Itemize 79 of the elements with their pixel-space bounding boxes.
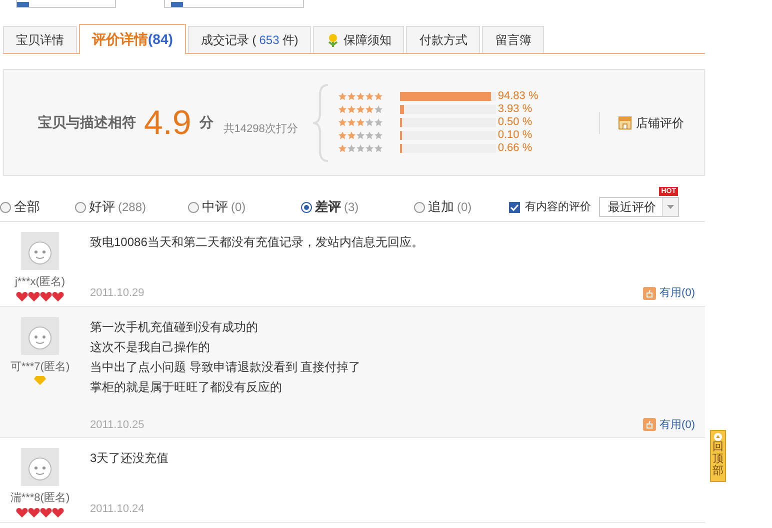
shop-rating-link[interactable]: 店铺评价 [636, 114, 684, 132]
heart-icon [28, 506, 40, 518]
avatar-icon [21, 448, 59, 486]
avatar-icon [21, 232, 59, 270]
heart-icon [40, 290, 52, 302]
percent-reading: 94.83 % [498, 89, 538, 104]
percent-reading: 0.10 % [498, 128, 532, 143]
up-arrow-icon [714, 433, 722, 441]
star-icon [356, 131, 365, 140]
tab[interactable]: 宝贝详情 [3, 26, 77, 53]
star-icon [364, 92, 374, 101]
share-button[interactable] [16, 0, 116, 8]
rating-score: 4.9 [144, 106, 192, 140]
review-text: 致电10086当天和第二天都没有充值记录，发站内信息无回应。 [90, 234, 424, 251]
star-icon [346, 92, 356, 101]
star-icon [346, 118, 356, 127]
star-icon [338, 118, 347, 127]
star-icon [374, 105, 383, 114]
star-icon [338, 92, 347, 101]
rating-label: 宝贝与描述相符 [38, 113, 136, 132]
checkbox[interactable] [509, 202, 520, 212]
tab[interactable]: 评价详情(84) [79, 24, 186, 54]
review-date: 2011.10.24 [90, 502, 144, 517]
tab[interactable]: 留言簿 [482, 26, 544, 53]
star-icon [356, 118, 365, 127]
tab[interactable]: 付款方式 [406, 26, 480, 53]
percent-reading: 0.66 % [498, 141, 532, 156]
percent-reading: 0.50 % [498, 115, 532, 130]
star-icon [346, 131, 356, 140]
star-icon [356, 105, 365, 114]
reviewer-name: 湍***8(匿名) [10, 491, 70, 506]
checkbox-label: 有内容的评价 [525, 200, 591, 215]
star-icon [346, 144, 356, 153]
star-icon [356, 144, 365, 153]
star-icon [374, 144, 383, 153]
star-icon [338, 105, 347, 114]
star-icon [364, 105, 374, 114]
back-to-top-button[interactable]: 回顶部 [710, 430, 726, 482]
heart-icon [52, 506, 64, 518]
useful-link[interactable]: 有用(0) [660, 416, 695, 433]
filter-radio[interactable]: 差评 (3) [301, 197, 414, 217]
heart-icon [28, 290, 40, 302]
star-icon [374, 131, 383, 140]
review-date: 2011.10.29 [90, 286, 144, 301]
tab[interactable]: 保障须知 [313, 26, 404, 53]
review-text: 3天了还没充值 [90, 450, 170, 467]
filter-radio[interactable]: 追加 (0) [414, 197, 509, 217]
reviewer-name: j***x(匿名) [14, 275, 66, 290]
favorite-button[interactable] [164, 0, 304, 8]
star-icon [338, 144, 347, 153]
useful-link[interactable]: 有用(0) [660, 285, 695, 302]
brace-icon [312, 82, 330, 162]
star-icon [338, 131, 347, 140]
percent-reading: 3.93 % [498, 102, 532, 117]
reviewer-name: 可***7(匿名) [10, 360, 70, 374]
filter-radio[interactable]: 全部 [0, 197, 75, 217]
heart-icon [16, 506, 28, 518]
star-icon [346, 105, 356, 114]
caret-icon [667, 205, 674, 209]
heart-icon [52, 290, 64, 302]
review-text: 第一次手机充值碰到没有成功的 这次不是我自己操作的 当中出了点小问题 导致申请退款没看到 直接付掉了 掌柜的就是属于旺旺了都没有反应的 [90, 318, 362, 396]
filter-radio[interactable]: 好评 (288) [75, 197, 188, 217]
star-icon [364, 131, 374, 140]
heart-icon [16, 290, 28, 302]
star-icon [364, 118, 374, 127]
diamond-icon [34, 375, 46, 385]
star-icon [374, 118, 383, 127]
star-icon [364, 144, 374, 153]
star-icon [356, 92, 365, 101]
review-date: 2011.10.25 [90, 418, 144, 432]
rating-unit: 分 [199, 113, 214, 132]
tab[interactable]: 成交记录 ( 653 件) [188, 26, 312, 53]
rating-count: 共14298次打分 [223, 122, 298, 138]
star-icon [374, 92, 383, 101]
flower-icon [326, 33, 340, 47]
avatar-icon [21, 316, 59, 354]
heart-icon [40, 506, 52, 518]
filter-radio[interactable]: 中评 (0) [188, 197, 301, 217]
shop-icon [618, 116, 632, 130]
